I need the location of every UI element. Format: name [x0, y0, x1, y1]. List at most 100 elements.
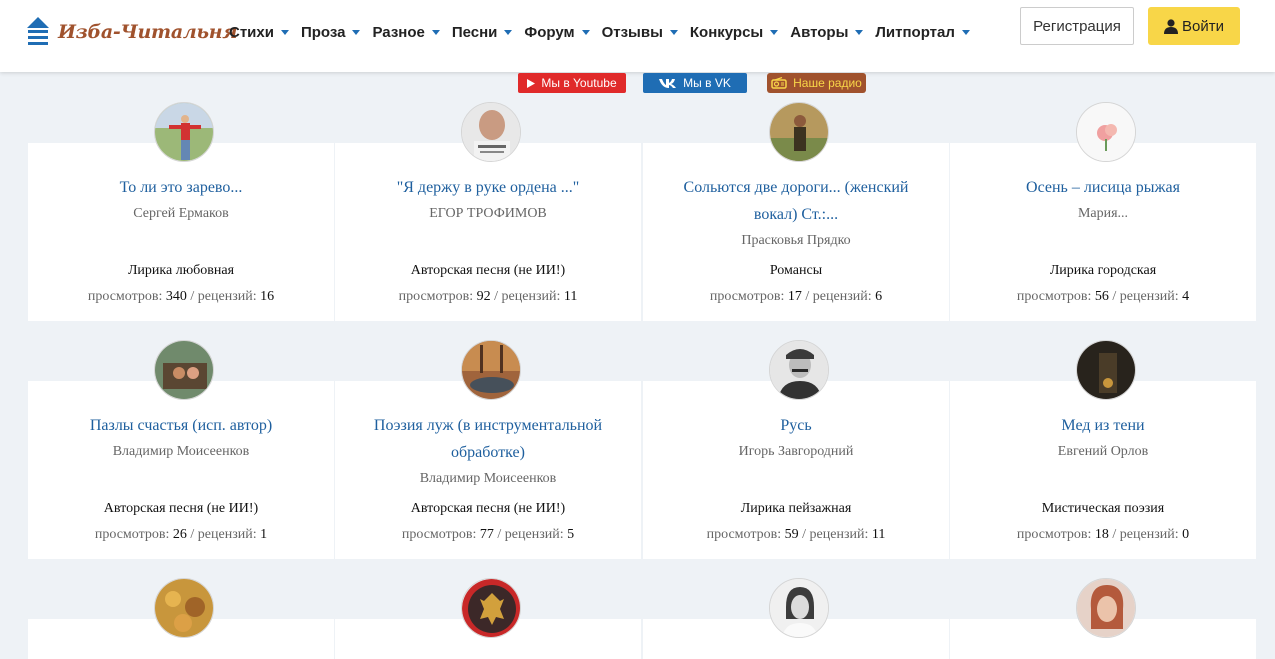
chevron-down-icon	[961, 30, 970, 35]
reviews-count: 4	[1182, 289, 1190, 304]
views-count: 18	[1094, 527, 1109, 542]
nav-item-reviews[interactable]: Отзывы	[602, 24, 678, 41]
site-header: Изба-Читальня Стихи Проза Разное Песни Ф…	[0, 0, 1275, 72]
logo-house-icon	[27, 17, 49, 45]
views-count: 17	[787, 289, 802, 304]
chevron-down-icon	[669, 30, 678, 35]
work-title[interactable]: Русь	[643, 412, 949, 439]
work-card: Мед из тени Евгений Орлов Мистическая по…	[950, 381, 1256, 559]
nav-item-contests[interactable]: Конкурсы	[690, 24, 779, 41]
work-title[interactable]: Пазлы счастья (исп. автор)	[28, 412, 334, 439]
nav-item-misc[interactable]: Разное	[372, 24, 440, 41]
work-author[interactable]: Сергей Ермаков	[28, 206, 334, 222]
views-count: 340	[165, 289, 187, 304]
nav-item-litportal[interactable]: Литпортал	[875, 24, 970, 41]
work-stats: просмотров: 56 / рецензий: 4	[1016, 289, 1190, 304]
work-genre[interactable]: Авторская песня (не ИИ!)	[335, 501, 641, 517]
work-stats: просмотров: 340 / рецензий: 16	[87, 289, 275, 304]
author-avatar[interactable]	[769, 578, 829, 638]
work-stats: просмотров: 18 / рецензий: 0	[1016, 527, 1190, 542]
work-card: "Я держу в руке ордена ..." ЕГОР ТРОФИМО…	[335, 143, 641, 321]
views-count: 92	[476, 289, 491, 304]
work-title[interactable]: "Я держу в руке ордена ..."	[335, 174, 641, 201]
reviews-count: 1	[260, 527, 268, 542]
reviews-count: 16	[260, 289, 275, 304]
chevron-down-icon	[770, 30, 779, 35]
work-card: Осень – лисица рыжая Мария... Лирика гор…	[950, 143, 1256, 321]
work-card: То ли это зарево... Сергей Ермаков Лирик…	[28, 143, 334, 321]
nav-item-authors[interactable]: Авторы	[790, 24, 864, 41]
vk-icon	[659, 79, 677, 88]
work-author[interactable]: Владимир Моисеенков	[335, 471, 641, 487]
work-genre[interactable]: Авторская песня (не ИИ!)	[28, 501, 334, 517]
work-title[interactable]: Мед из тени	[950, 412, 1256, 439]
work-genre[interactable]: Авторская песня (не ИИ!)	[335, 263, 641, 279]
user-icon	[1164, 18, 1178, 34]
nav-item-songs[interactable]: Песни	[452, 24, 513, 41]
views-count: 77	[479, 527, 494, 542]
author-avatar[interactable]	[1076, 578, 1136, 638]
author-avatar[interactable]	[461, 340, 521, 400]
work-author[interactable]: ЕГОР ТРОФИМОВ	[335, 206, 641, 222]
work-stats: просмотров: 92 / рецензий: 11	[398, 289, 578, 304]
work-genre[interactable]: Лирика любовная	[28, 263, 334, 279]
work-card: Сольются две дороги... (женский вокал) С…	[643, 143, 949, 321]
play-icon	[527, 78, 536, 88]
work-title[interactable]: Осень – лисица рыжая	[950, 174, 1256, 201]
author-avatar[interactable]	[461, 578, 521, 638]
work-author[interactable]: Прасковья Прядко	[643, 233, 949, 249]
work-title[interactable]: Сольются две дороги... (женский вокал) С…	[643, 174, 949, 228]
nav-item-forum[interactable]: Форум	[524, 24, 590, 41]
logo-text: Изба-Читальня	[58, 21, 238, 43]
chevron-down-icon	[280, 30, 289, 35]
register-button[interactable]: Регистрация	[1020, 7, 1134, 45]
work-genre[interactable]: Мистическая поэзия	[950, 501, 1256, 517]
reviews-count: 0	[1182, 527, 1190, 542]
chevron-down-icon	[431, 30, 440, 35]
work-stats: просмотров: 17 / рецензий: 6	[709, 289, 883, 304]
work-genre[interactable]: Лирика пейзажная	[643, 501, 949, 517]
author-avatar[interactable]	[1076, 340, 1136, 400]
chevron-down-icon	[504, 30, 513, 35]
work-author[interactable]: Мария...	[950, 206, 1256, 222]
chevron-down-icon	[352, 30, 361, 35]
nav-item-poems[interactable]: Стихи	[229, 24, 289, 41]
author-avatar[interactable]	[154, 340, 214, 400]
work-stats: просмотров: 77 / рецензий: 5	[401, 527, 575, 542]
vk-link[interactable]: Мы в VK	[643, 73, 747, 93]
author-avatar[interactable]	[154, 578, 214, 638]
work-title[interactable]: То ли это зарево...	[28, 174, 334, 201]
radio-icon	[771, 77, 787, 89]
author-avatar[interactable]	[769, 102, 829, 162]
main-nav: Стихи Проза Разное Песни Форум Отзывы Ко…	[229, 24, 982, 41]
work-stats: просмотров: 26 / рецензий: 1	[94, 527, 268, 542]
reviews-count: 11	[871, 527, 886, 542]
work-author[interactable]: Владимир Моисеенков	[28, 444, 334, 460]
work-author[interactable]: Игорь Завгородний	[643, 444, 949, 460]
chevron-down-icon	[855, 30, 864, 35]
views-count: 56	[1094, 289, 1109, 304]
site-logo[interactable]: Изба-Читальня	[24, 16, 237, 48]
work-card: Пазлы счастья (исп. автор) Владимир Моис…	[28, 381, 334, 559]
work-title[interactable]: Поэзия луж (в инструментальной обработке…	[335, 412, 641, 466]
views-count: 26	[172, 527, 187, 542]
chevron-down-icon	[581, 30, 590, 35]
reviews-count: 11	[563, 289, 578, 304]
reviews-count: 5	[567, 527, 575, 542]
reviews-count: 6	[875, 289, 883, 304]
work-card: Русь Игорь Завгородний Лирика пейзажная …	[643, 381, 949, 559]
nav-item-prose[interactable]: Проза	[301, 24, 361, 41]
author-avatar[interactable]	[769, 340, 829, 400]
author-avatar[interactable]	[461, 102, 521, 162]
youtube-link[interactable]: Мы в Youtube	[518, 73, 626, 93]
work-genre[interactable]: Романсы	[643, 263, 949, 279]
work-author[interactable]: Евгений Орлов	[950, 444, 1256, 460]
views-count: 59	[784, 527, 799, 542]
radio-link[interactable]: Наше радио	[767, 73, 866, 93]
author-avatar[interactable]	[154, 102, 214, 162]
author-avatar[interactable]	[1076, 102, 1136, 162]
work-genre[interactable]: Лирика городская	[950, 263, 1256, 279]
login-button[interactable]: Войти	[1148, 7, 1240, 45]
work-card: Поэзия луж (в инструментальной обработке…	[335, 381, 641, 559]
work-stats: просмотров: 59 / рецензий: 11	[706, 527, 886, 542]
